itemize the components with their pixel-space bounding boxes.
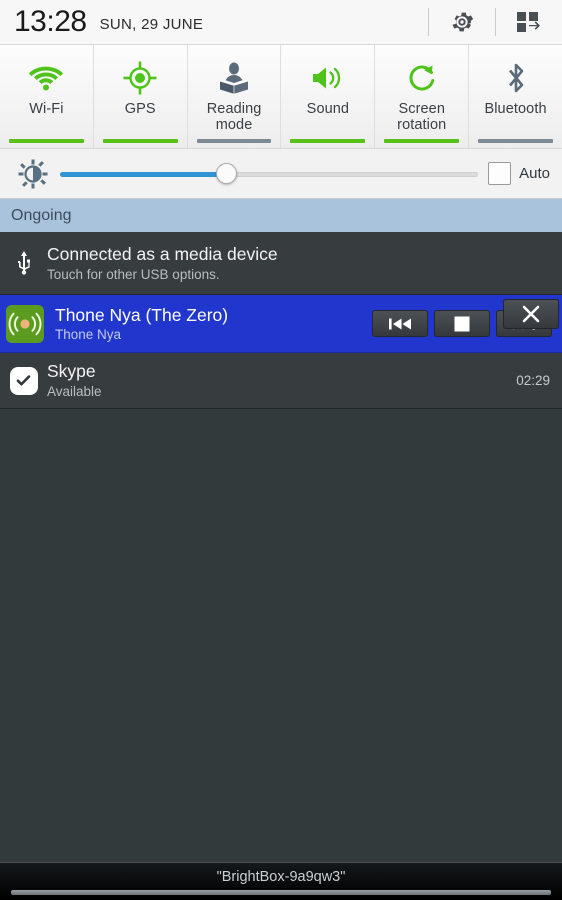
auto-brightness-checkbox[interactable] (488, 162, 512, 185)
skype-subtitle: Available (47, 384, 102, 399)
toggle-bluetooth[interactable]: Bluetooth (469, 45, 562, 148)
toggle-label-screen-rotation: Screen rotation (397, 101, 446, 133)
speaker-icon (312, 67, 341, 89)
brightness-icon (18, 159, 48, 188)
reading-icon-wrap (217, 56, 251, 100)
rotation-line1: Screen (398, 101, 445, 117)
stop-icon (454, 316, 470, 331)
ongoing-section-header: Ongoing (0, 199, 562, 232)
wifi-icon (29, 66, 64, 91)
slider-thumb[interactable] (216, 162, 238, 184)
toggle-state-bar-wifi (9, 139, 84, 143)
toggle-state-bar-sound (290, 139, 366, 143)
wifi-ssid-label: "BrightBox-9a9qw3" (216, 869, 346, 885)
toggle-state-bar-bluetooth (478, 139, 553, 143)
toggle-state-bar-screen-rotation (384, 139, 460, 143)
reading-line1: Reading (206, 101, 262, 117)
auto-brightness-label: Auto (519, 165, 550, 182)
close-icon (522, 305, 540, 323)
skype-icon-wrap (0, 366, 47, 395)
clock: 13:28 (14, 5, 87, 38)
status-bar: 13:28 SUN, 29 JUNE (0, 0, 562, 45)
usb-icon-wrap (0, 251, 47, 275)
music-title: Thone Nya (The Zero) (55, 304, 229, 325)
brightness-slider[interactable] (60, 162, 479, 185)
gps-target-icon (123, 61, 157, 95)
drag-handle[interactable] (11, 890, 551, 895)
music-text: Thone Nya (The Zero) Thone Nya (55, 305, 372, 343)
notification-empty-area (0, 409, 562, 900)
toggle-label-gps: GPS (124, 101, 156, 117)
shade-bottom-bar[interactable]: "BrightBox-9a9qw3" (0, 862, 562, 900)
toggle-label-sound: Sound (306, 101, 350, 117)
settings-button[interactable] (429, 0, 495, 45)
toggle-label-reading-mode: Reading mode (207, 101, 262, 133)
stop-button[interactable] (434, 310, 490, 337)
gps-icon-wrap (123, 56, 157, 100)
music-waves-icon (8, 312, 42, 335)
toggle-sound[interactable]: Sound (281, 45, 376, 148)
brightness-icon-wrap (12, 159, 54, 189)
date-label: SUN, 29 JUNE (99, 15, 204, 33)
quick-settings-button[interactable] (496, 0, 562, 45)
skype-check-icon (9, 366, 38, 395)
usb-subtitle: Touch for other USB options. (47, 266, 220, 282)
reading-line2: mode (215, 117, 253, 133)
toggle-wifi[interactable]: Wi-Fi (0, 45, 94, 148)
rotation-icon-wrap (406, 56, 438, 100)
rotate-icon (409, 65, 434, 91)
skype-title: Skype (47, 361, 96, 381)
toggle-state-bar-reading-mode (196, 139, 272, 143)
usb-icon (17, 251, 30, 275)
toggle-label-bluetooth: Bluetooth (484, 101, 547, 117)
bluetooth-icon-wrap (503, 56, 529, 100)
notification-skype[interactable]: Skype Available 02:29 (0, 353, 562, 409)
album-art-icon (6, 304, 44, 343)
skype-text: Skype Available (47, 360, 516, 401)
music-artist: Thone Nya (55, 326, 122, 342)
rotation-line2: rotation (397, 117, 447, 133)
brightness-row: Auto (0, 149, 562, 199)
close-music-notification-button[interactable] (503, 299, 559, 329)
notification-shade: 13:28 SUN, 29 JUNE Wi-Fi GPS Reading mod… (0, 0, 562, 900)
grid-swap-icon (517, 12, 540, 32)
notification-usb[interactable]: Connected as a media device Touch for ot… (0, 232, 562, 295)
ongoing-label: Ongoing (11, 206, 72, 224)
gear-icon (452, 12, 474, 32)
toggle-gps[interactable]: GPS (93, 45, 188, 148)
toggle-state-bar-gps (102, 139, 178, 143)
sound-icon-wrap (310, 56, 346, 100)
toggle-reading-mode[interactable]: Reading mode (187, 45, 282, 148)
bluetooth-icon (508, 63, 523, 93)
previous-track-button[interactable] (372, 310, 428, 337)
checkmark-icon (16, 375, 31, 386)
slider-fill (60, 171, 228, 177)
toggle-label-wifi: Wi-Fi (29, 101, 64, 117)
reading-mode-icon (220, 62, 249, 94)
wifi-icon-wrap (27, 56, 65, 100)
toggle-screen-rotation[interactable]: Screen rotation (375, 45, 470, 148)
skype-timestamp: 02:29 (516, 373, 550, 388)
previous-track-icon (389, 318, 411, 329)
quick-toggle-row: Wi-Fi GPS Reading mode Sound Screen rota… (0, 45, 562, 149)
usb-title: Connected as a media device (47, 243, 278, 264)
notification-music[interactable]: Thone Nya (The Zero) Thone Nya (0, 295, 562, 353)
usb-text: Connected as a media device Touch for ot… (47, 243, 562, 284)
